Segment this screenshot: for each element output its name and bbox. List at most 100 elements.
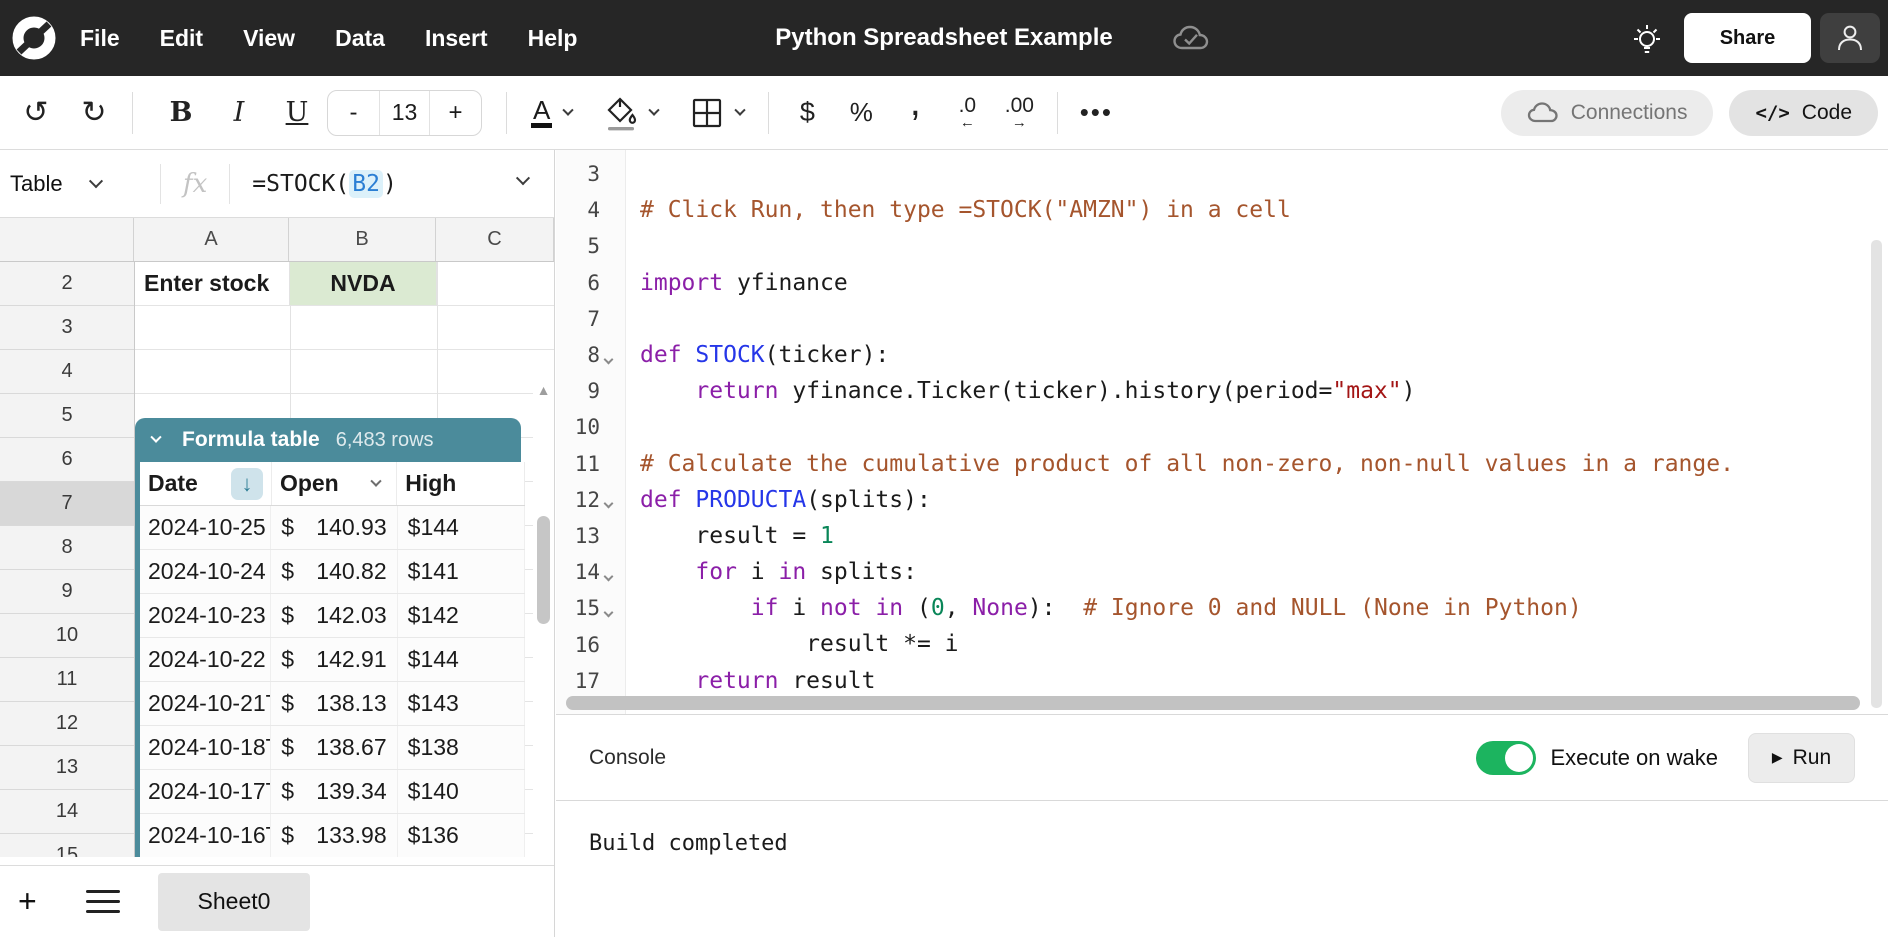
open-cell[interactable]: $142.03 <box>271 594 397 637</box>
date-cell[interactable]: 2024-10-16T <box>140 814 271 857</box>
fold-chevron-icon[interactable] <box>604 607 614 617</box>
grid-vertical-scrollbar[interactable]: ▲ ▼ <box>533 374 554 857</box>
vertical-scroll-thumb[interactable] <box>537 516 550 624</box>
code-text-area[interactable]: # Click Run, then type =STOCK("AMZN") in… <box>640 150 1888 699</box>
font-size-decrease-button[interactable]: - <box>328 91 379 135</box>
borders-button[interactable] <box>682 96 752 130</box>
date-cell[interactable]: 2024-10-17T <box>140 770 271 813</box>
high-cell[interactable]: $138 <box>398 726 525 769</box>
open-cell[interactable]: $142.91 <box>271 638 397 681</box>
chevron-down-icon[interactable] <box>371 475 382 486</box>
row-number-2[interactable]: 2 <box>0 262 134 306</box>
editor-vertical-scrollbar[interactable] <box>1871 240 1882 708</box>
row-number-12[interactable]: 12 <box>0 702 134 746</box>
date-cell[interactable]: 2024-10-21T <box>140 682 271 725</box>
row-number-15[interactable]: 15 <box>0 834 134 857</box>
theme-lightbulb-icon[interactable] <box>1629 20 1665 60</box>
row-number-13[interactable]: 13 <box>0 746 134 790</box>
add-sheet-button[interactable]: + <box>18 883 58 920</box>
editor-horizontal-scrollbar[interactable] <box>566 696 1860 710</box>
scroll-up-icon[interactable]: ▲ <box>533 382 554 398</box>
open-cell[interactable]: $140.82 <box>271 550 397 593</box>
share-button[interactable]: Share <box>1684 13 1811 63</box>
code-panel-button[interactable]: </> Code <box>1729 90 1878 136</box>
sheet-menu-icon[interactable] <box>86 890 130 914</box>
row-number-10[interactable]: 10 <box>0 614 134 658</box>
high-cell[interactable]: $144 <box>398 638 525 681</box>
font-size-increase-button[interactable]: + <box>430 91 481 135</box>
open-cell[interactable]: $138.13 <box>271 682 397 725</box>
bold-button[interactable]: B <box>159 89 203 137</box>
row-number-9[interactable]: 9 <box>0 570 134 614</box>
comma-format-button[interactable]: , <box>893 89 937 137</box>
undo-button[interactable]: ↺ <box>14 89 58 137</box>
formula-input[interactable]: =STOCK(B2) <box>230 171 397 197</box>
row-number-7[interactable]: 7 <box>0 482 134 526</box>
text-color-button[interactable]: A <box>523 97 580 128</box>
grid-corner-cell[interactable] <box>0 218 134 261</box>
more-options-button[interactable]: ••• <box>1074 89 1118 137</box>
open-cell[interactable]: $133.98 <box>271 814 397 857</box>
increase-decimals-button[interactable]: .00 → <box>997 89 1041 137</box>
column-header-b[interactable]: B <box>289 218 436 261</box>
collapse-chevron-icon[interactable] <box>150 432 161 443</box>
row-number-5[interactable]: 5 <box>0 394 134 438</box>
menu-help[interactable]: Help <box>528 25 578 52</box>
formula-table-banner[interactable]: Formula table 6,483 rows <box>135 418 521 462</box>
table-column-header-high[interactable]: High <box>397 462 525 505</box>
row-number-8[interactable]: 8 <box>0 526 134 570</box>
sheet-tab[interactable]: Sheet0 <box>158 873 310 931</box>
date-cell[interactable]: 2024-10-18T <box>140 726 271 769</box>
date-cell[interactable]: 2024-10-24 <box>140 550 271 593</box>
fill-color-button[interactable] <box>596 95 666 131</box>
column-header-a[interactable]: A <box>134 218 289 261</box>
percent-format-button[interactable]: % <box>839 89 883 137</box>
menu-data[interactable]: Data <box>335 25 385 52</box>
app-logo-icon[interactable] <box>12 16 56 60</box>
row-number-11[interactable]: 11 <box>0 658 134 702</box>
row-number-14[interactable]: 14 <box>0 790 134 834</box>
currency-format-button[interactable]: $ <box>785 89 829 137</box>
high-cell[interactable]: $142 <box>398 594 525 637</box>
open-cell[interactable]: $140.93 <box>271 506 397 549</box>
menu-edit[interactable]: Edit <box>160 25 203 52</box>
run-button[interactable]: ▶ Run <box>1748 733 1855 783</box>
fold-chevron-icon[interactable] <box>604 571 614 581</box>
open-cell[interactable]: $139.34 <box>271 770 397 813</box>
high-cell[interactable]: $143 <box>398 682 525 725</box>
italic-button[interactable]: I <box>217 89 261 137</box>
open-cell[interactable]: $138.67 <box>271 726 397 769</box>
date-cell[interactable]: 2024-10-22 <box>140 638 271 681</box>
row-number-6[interactable]: 6 <box>0 438 134 482</box>
high-cell[interactable]: $144 <box>398 506 525 549</box>
cell-a2[interactable]: Enter stock <box>135 262 290 306</box>
row-number-3[interactable]: 3 <box>0 306 134 350</box>
execute-on-wake-toggle[interactable] <box>1476 741 1536 775</box>
underline-button[interactable]: U <box>275 89 319 137</box>
menu-view[interactable]: View <box>243 25 295 52</box>
sort-descending-icon[interactable]: ↓ <box>231 468 263 500</box>
column-header-c[interactable]: C <box>436 218 554 261</box>
row-number-4[interactable]: 4 <box>0 350 134 394</box>
high-cell[interactable]: $141 <box>398 550 525 593</box>
cell-type-selector[interactable]: Table <box>0 171 160 197</box>
high-cell[interactable]: $136 <box>398 814 525 857</box>
date-cell[interactable]: 2024-10-25 <box>140 506 271 549</box>
high-cell[interactable]: $140 <box>398 770 525 813</box>
menu-insert[interactable]: Insert <box>425 25 488 52</box>
font-size-value[interactable]: 13 <box>379 91 430 135</box>
table-column-header-date[interactable]: Date↓ <box>140 462 272 505</box>
account-avatar-button[interactable] <box>1820 13 1880 63</box>
fold-chevron-icon[interactable] <box>604 499 614 509</box>
table-column-header-open[interactable]: Open <box>272 462 397 505</box>
decrease-decimals-button[interactable]: .0 ← <box>945 89 989 137</box>
redo-button[interactable]: ↻ <box>72 89 116 137</box>
connections-button[interactable]: Connections <box>1501 90 1714 136</box>
date-cell[interactable]: 2024-10-23 <box>140 594 271 637</box>
cell-b2[interactable]: NVDA <box>290 262 437 306</box>
formula-expand-chevron-icon[interactable] <box>516 171 530 185</box>
fold-chevron-icon[interactable] <box>604 354 614 364</box>
document-title[interactable]: Python Spreadsheet Example <box>775 24 1112 52</box>
menu-file[interactable]: File <box>80 25 120 52</box>
fx-icon[interactable]: fx <box>161 169 229 199</box>
